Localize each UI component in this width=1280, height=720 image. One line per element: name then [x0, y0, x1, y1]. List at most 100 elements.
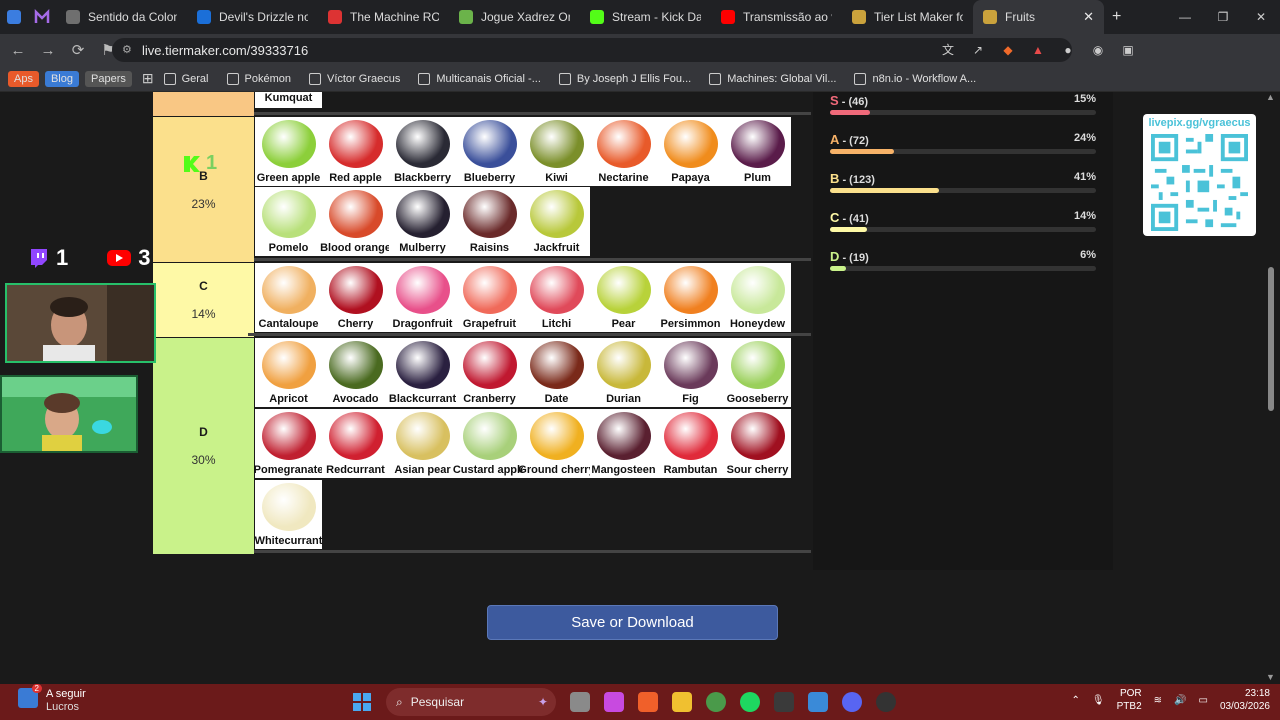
translate-icon[interactable]: 文 — [940, 42, 956, 58]
fruit-card[interactable]: Durian — [590, 338, 657, 407]
browser-tab[interactable]: Devil's Drizzle no St — [187, 0, 318, 34]
fruit-card[interactable]: Pear — [590, 263, 657, 332]
reload-icon[interactable]: ⟳ — [66, 38, 90, 62]
bookmark-item[interactable]: Multicanais Oficial -... — [418, 72, 541, 85]
news-widget[interactable]: 2 A seguir Lucros — [18, 684, 86, 714]
workspace-icon[interactable] — [0, 0, 28, 34]
fruit-card[interactable]: Green apple — [255, 117, 322, 186]
resolve-icon[interactable] — [774, 692, 794, 712]
fruit-card[interactable]: Kumquat — [255, 92, 322, 108]
fruit-card[interactable]: Pomegranate — [254, 409, 323, 478]
fruit-card[interactable]: Avocado — [322, 338, 389, 407]
fruit-card[interactable]: Asian pear — [389, 409, 456, 478]
fruit-card[interactable]: Papaya — [657, 117, 724, 186]
taskbar-search[interactable]: ⌕ Pesquisar ✦ — [386, 688, 556, 716]
tray-chevron-icon[interactable]: ⌃ — [1072, 695, 1080, 706]
fruit-card[interactable]: Cranberry — [456, 338, 523, 407]
fruit-card[interactable]: Blackberry — [389, 117, 456, 186]
bookmark-item[interactable]: Pokémon — [226, 72, 291, 85]
fruit-card[interactable]: Cherry — [322, 263, 389, 332]
fruit-card[interactable]: Nectarine — [590, 117, 657, 186]
keyboard-layout[interactable]: POR PTB2 — [1117, 687, 1142, 713]
fruit-card[interactable]: Custard apple — [453, 409, 526, 478]
fruit-card[interactable]: Plum — [724, 117, 791, 186]
discord-icon[interactable] — [842, 692, 862, 712]
browser-tab[interactable]: The Machine ROM — [318, 0, 449, 34]
brave-rewards-icon[interactable]: ▲ — [1030, 42, 1046, 58]
clock[interactable]: 23:18 03/03/2026 — [1220, 687, 1270, 713]
browser-tab[interactable]: Jogue Xadrez Online — [449, 0, 580, 34]
fruit-card[interactable]: Mulberry — [389, 187, 456, 256]
fruit-card[interactable]: Honeydew — [724, 263, 791, 332]
bookmark-item[interactable]: Machines: Global Vil... — [709, 72, 836, 85]
fruit-card[interactable]: Grapefruit — [456, 263, 523, 332]
fruit-card[interactable]: Raisins — [456, 187, 523, 256]
fruit-card[interactable]: Gooseberry — [724, 338, 791, 407]
fruit-card[interactable]: Blackcurrant — [389, 338, 456, 407]
fruit-card[interactable]: Fig — [657, 338, 724, 407]
page-scrollbar[interactable]: ▲ ▼ — [1266, 92, 1276, 684]
copilot-icon[interactable] — [604, 692, 624, 712]
browser-tab[interactable]: Stream - Kick Da — [580, 0, 711, 34]
new-tab-button[interactable]: + — [1112, 8, 1121, 26]
scroll-up-icon[interactable]: ▲ — [1266, 92, 1275, 102]
browser-tab[interactable]: Sentido da Coloniza — [56, 0, 187, 34]
scroll-down-icon[interactable]: ▼ — [1266, 672, 1275, 682]
bookmark-pill[interactable]: Blog — [44, 70, 79, 87]
extensions-icon[interactable]: ▣ — [1120, 42, 1136, 58]
fruit-card[interactable]: Pomelo — [255, 187, 322, 256]
fruit-card[interactable]: Blueberry — [456, 117, 523, 186]
fruit-card[interactable]: Blood orange — [320, 187, 391, 256]
fruit-card[interactable]: Litchi — [523, 263, 590, 332]
extension2-icon[interactable]: ◉ — [1090, 42, 1106, 58]
fruit-card[interactable]: Sour cherry — [724, 409, 791, 478]
fruit-card[interactable]: Mangosteen — [590, 409, 657, 478]
extension-icon[interactable]: ● — [1060, 42, 1076, 58]
site-info-icon[interactable]: ⚙ — [122, 43, 132, 56]
fruit-card[interactable]: Kiwi — [523, 117, 590, 186]
file-explorer-icon[interactable] — [672, 692, 692, 712]
brave-shield-icon[interactable]: ◆ — [1000, 42, 1016, 58]
bookmark-item[interactable]: By Joseph J Ellis Fou... — [558, 72, 691, 85]
chrome-icon[interactable] — [706, 692, 726, 712]
browser-tab[interactable]: Fruits ✕ — [973, 0, 1104, 34]
browser-tab[interactable]: Transmissão ao vivo — [711, 0, 842, 34]
save-download-button[interactable]: Save or Download — [487, 605, 778, 640]
windows-start-icon[interactable] — [352, 692, 372, 712]
bookmark-item[interactable]: Geral — [163, 72, 209, 85]
bookmark-item[interactable]: Víctor Graecus — [308, 72, 400, 85]
fruit-card[interactable]: Cantaloupe — [255, 263, 322, 332]
fruit-card[interactable]: Dragonfruit — [389, 263, 456, 332]
battery-icon[interactable]: ▭ — [1198, 695, 1207, 706]
obs-icon[interactable] — [876, 692, 896, 712]
scrollbar-thumb[interactable] — [1268, 267, 1274, 411]
minimize-icon[interactable]: — — [1166, 0, 1204, 34]
restore-icon[interactable]: ❐ — [1204, 0, 1242, 34]
forward-icon[interactable]: → — [36, 38, 60, 62]
browser-tab[interactable]: Tier List Maker for E — [842, 0, 973, 34]
app-icon[interactable] — [28, 0, 56, 34]
wifi-icon[interactable]: ≋ — [1154, 695, 1162, 706]
fruit-card[interactable]: Ground cherry — [518, 409, 595, 478]
back-icon[interactable]: ← — [6, 38, 30, 62]
bookmark-pill[interactable]: Aps — [8, 70, 39, 87]
fruit-card[interactable]: Persimmon — [657, 263, 724, 332]
close-window-icon[interactable]: ✕ — [1242, 0, 1280, 34]
microphone-icon[interactable]: 🎙 — [1092, 695, 1105, 706]
fruit-card[interactable]: Rambutan — [657, 409, 724, 478]
url-bar[interactable]: ⚙ live.tiermaker.com/39333716 — [112, 38, 1072, 62]
fruit-card[interactable]: Redcurrant — [322, 409, 389, 478]
brave-browser-icon[interactable] — [638, 692, 658, 712]
fruit-card[interactable]: Whitecurrant — [255, 480, 322, 549]
share-icon[interactable]: ↗ — [970, 42, 986, 58]
fruit-card[interactable]: Jackfruit — [523, 187, 590, 256]
spotify-icon[interactable] — [740, 692, 760, 712]
volume-icon[interactable]: 🔊 — [1174, 695, 1186, 706]
task-view-icon[interactable] — [570, 692, 590, 712]
notepad-icon[interactable] — [808, 692, 828, 712]
bookmark-pill[interactable]: Papers — [85, 70, 132, 87]
fruit-card[interactable]: Red apple — [322, 117, 389, 186]
apps-grid-icon[interactable]: ⊞ — [142, 70, 154, 87]
bookmark-item[interactable]: n8n.io - Workflow A... — [854, 72, 976, 85]
fruit-card[interactable]: Apricot — [255, 338, 322, 407]
